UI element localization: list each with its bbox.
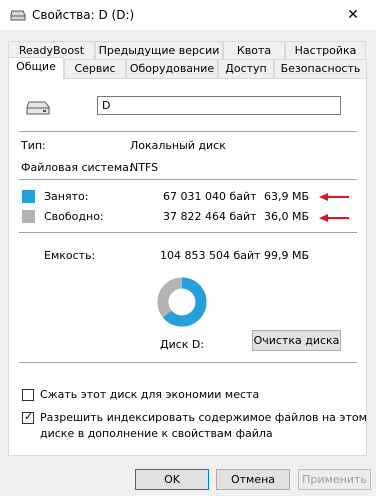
separator xyxy=(19,131,357,132)
tab-customize[interactable]: Настройка xyxy=(285,41,366,60)
index-label-line2: диске в дополнение к свойствам файла xyxy=(40,427,273,440)
apply-button[interactable]: Применить xyxy=(298,469,371,490)
type-value: Локальный диск xyxy=(130,139,226,152)
tab-hardware[interactable]: Оборудование xyxy=(126,59,218,78)
index-checkbox[interactable]: ✓ xyxy=(22,410,34,424)
free-label: Свободно: xyxy=(44,210,104,223)
used-label: Занято: xyxy=(44,190,89,203)
compress-label: Сжать этот диск для экономии места xyxy=(40,388,260,401)
separator xyxy=(19,232,357,233)
tab-sharing[interactable]: Доступ xyxy=(218,59,274,78)
drive-icon xyxy=(26,101,50,115)
used-color-swatch xyxy=(22,190,35,203)
red-arrow-icon xyxy=(319,193,349,201)
file-system-value: NTFS xyxy=(130,161,159,174)
disk-cleanup-button[interactable]: Очистка диска xyxy=(252,330,341,351)
checkmark-icon: ✓ xyxy=(24,410,34,423)
title-bar: Свойства: D (D:) ✕ xyxy=(0,0,376,30)
tab-tools[interactable]: Сервис xyxy=(64,59,126,78)
index-label-line1: Разрешить индексировать содержимое файло… xyxy=(40,411,367,424)
tab-security[interactable]: Безопасность xyxy=(274,59,367,78)
type-label: Тип: xyxy=(21,139,46,152)
tab-general[interactable]: Общие xyxy=(8,57,64,79)
tab-previous-versions[interactable]: Предыдущие версии xyxy=(95,41,223,60)
close-icon: ✕ xyxy=(347,7,359,23)
ok-button[interactable]: OK xyxy=(135,469,209,490)
drive-name-field[interactable]: D xyxy=(97,96,341,115)
capacity-label: Емкость: xyxy=(44,249,96,262)
capacity-size: 99,9 МБ xyxy=(264,249,310,262)
file-system-label: Файловая система: xyxy=(21,161,133,174)
close-button[interactable]: ✕ xyxy=(330,0,376,30)
capacity-bytes: 104 853 504 байт xyxy=(160,249,261,262)
compress-checkbox[interactable] xyxy=(22,389,34,401)
tab-quota[interactable]: Квота xyxy=(223,41,285,60)
separator xyxy=(19,362,357,363)
window-title: Свойства: D (D:) xyxy=(32,8,135,22)
general-panel: D Тип: Локальный диск Файловая система: … xyxy=(8,78,367,456)
disk-label: Диск D: xyxy=(160,338,205,351)
free-bytes: 37 822 464 байт xyxy=(163,210,257,223)
red-arrow-icon xyxy=(319,214,349,222)
disk-usage-donut xyxy=(157,277,207,327)
free-size: 36,0 МБ xyxy=(264,210,310,223)
drive-icon xyxy=(10,10,26,21)
used-size: 63,9 МБ xyxy=(264,190,310,203)
used-bytes: 67 031 040 байт xyxy=(163,190,257,203)
free-color-swatch xyxy=(22,210,35,223)
cancel-button[interactable]: Отмена xyxy=(216,469,290,490)
separator xyxy=(19,179,357,180)
